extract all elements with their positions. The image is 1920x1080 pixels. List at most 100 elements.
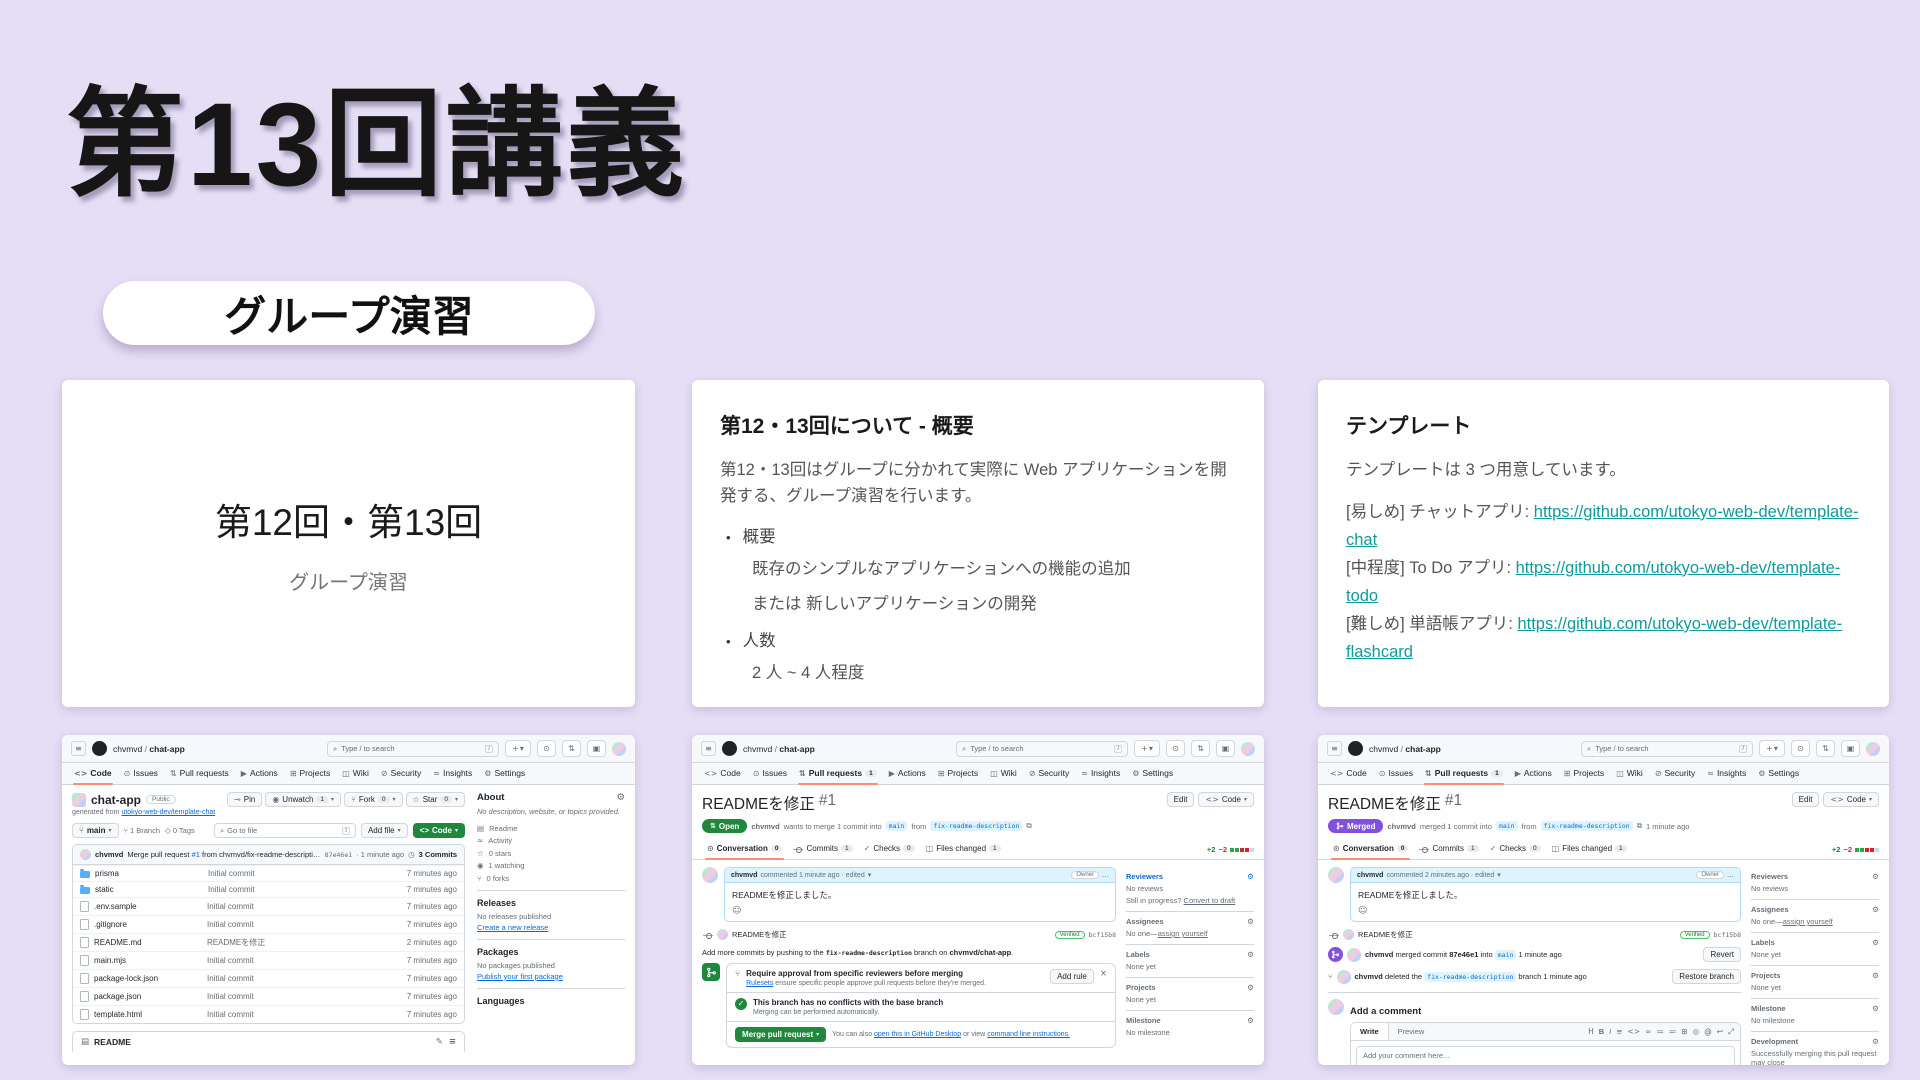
tab-files-changed[interactable]: ◫Files changed1 — [921, 840, 1006, 859]
chevron-down-icon[interactable]: ▾ — [1497, 871, 1501, 879]
fork-button[interactable]: ⑂Fork0▾ — [344, 792, 402, 807]
base-branch-chip[interactable]: main — [1496, 821, 1518, 831]
gear-icon[interactable]: ⚙ — [1247, 917, 1254, 926]
comment-textarea[interactable]: Add your comment here... — [1356, 1046, 1735, 1065]
tab-code[interactable]: <>Code — [1325, 763, 1372, 784]
gear-icon[interactable]: ⚙ — [1872, 905, 1879, 914]
avatar[interactable] — [1328, 867, 1344, 883]
issues-global-icon[interactable]: ⊙ — [1791, 740, 1810, 757]
create-release-link[interactable]: Create a new release — [477, 923, 625, 932]
template-repo-link[interactable]: utokyo-web-dev/template-chat — [121, 809, 215, 816]
tab-actions[interactable]: ▶Actions — [236, 763, 283, 784]
edit-button[interactable]: Edit — [1792, 792, 1820, 807]
file-row[interactable]: package-lock.jsonInitial commit7 minutes… — [73, 969, 464, 987]
issues-global-icon[interactable]: ⊙ — [537, 740, 556, 757]
cli-instructions-link[interactable]: command line instructions. — [987, 1031, 1070, 1038]
commit-author[interactable]: chvmvd — [95, 850, 123, 859]
bold-icon[interactable]: B — [1599, 1027, 1604, 1036]
branch-selector[interactable]: ⑂main▾ — [72, 823, 119, 838]
tab-commits[interactable]: Commits1 — [1414, 840, 1483, 859]
comment-author[interactable]: chvmvd — [1357, 872, 1383, 879]
stars-link[interactable]: ☆0 stars — [477, 849, 625, 858]
commit-count[interactable]: 3 Commits — [419, 850, 457, 859]
tab-security[interactable]: ⊘Security — [1024, 763, 1074, 784]
kebab-icon[interactable]: … — [1727, 871, 1734, 879]
edit-button[interactable]: Edit — [1167, 792, 1195, 807]
readme-heading[interactable]: README — [94, 1037, 131, 1047]
repo-name[interactable]: chat-app — [91, 793, 141, 807]
avatar[interactable] — [1866, 742, 1880, 756]
gear-icon[interactable]: ⚙ — [1247, 872, 1254, 881]
file-row[interactable]: staticInitial commit7 minutes ago — [73, 881, 464, 897]
convert-to-draft-link[interactable]: Convert to draft — [1184, 896, 1236, 905]
watching-link[interactable]: ◉1 watching — [477, 861, 625, 870]
tab-insights[interactable]: ≈Insights — [1076, 763, 1125, 784]
attach-icon[interactable]: ◎ — [1693, 1027, 1700, 1036]
unordered-list-icon[interactable]: ≔ — [1656, 1027, 1664, 1036]
assign-yourself-link[interactable]: assign yourself — [1783, 917, 1833, 926]
tab-security[interactable]: ⊘Security — [376, 763, 426, 784]
pr-author[interactable]: chvmvd — [1387, 822, 1415, 831]
github-desktop-link[interactable]: open this in GitHub Desktop — [874, 1031, 961, 1038]
copy-icon[interactable]: ⧉ — [1026, 821, 1031, 831]
file-row[interactable]: main.mjsInitial commit7 minutes ago — [73, 951, 464, 969]
gear-icon[interactable]: ⚙ — [1872, 938, 1879, 947]
gear-icon[interactable]: ⚙ — [1247, 950, 1254, 959]
commit-message[interactable]: Merge pull request #1 from chvmvd/fix-re… — [127, 850, 320, 859]
go-to-file-input[interactable]: ⌕Go to filet — [214, 823, 356, 838]
code-button[interactable]: <>Code▾ — [1198, 792, 1254, 807]
tab-pull-requests[interactable]: ⇅Pull requests — [165, 763, 234, 784]
activity-link[interactable]: ≈Activity — [477, 836, 625, 845]
tab-write[interactable]: Write — [1351, 1023, 1389, 1040]
breadcrumb[interactable]: chvmvd / chat-app — [1369, 744, 1441, 754]
gear-icon[interactable]: ⚙ — [1872, 1004, 1879, 1013]
tab-settings[interactable]: ⚙Settings — [1753, 763, 1804, 784]
revert-button[interactable]: Revert — [1703, 947, 1741, 962]
search-input[interactable]: ⌕ Type / to search / — [327, 741, 499, 757]
close-icon[interactable]: × — [1100, 969, 1107, 979]
tab-checks[interactable]: ✓Checks0 — [859, 840, 920, 859]
heading-icon[interactable]: H — [1588, 1027, 1594, 1036]
file-row[interactable]: template.htmlInitial commit7 minutes ago — [73, 1005, 464, 1023]
gear-icon[interactable]: ⚙ — [1872, 971, 1879, 980]
create-new-button[interactable]: +▾ — [1759, 740, 1785, 757]
pull-requests-global-icon[interactable]: ⇅ — [1816, 740, 1835, 757]
tab-insights[interactable]: ≈Insights — [1702, 763, 1751, 784]
tab-files-changed[interactable]: ◫Files changed1 — [1547, 840, 1632, 859]
avatar[interactable] — [702, 867, 718, 883]
github-logo-icon[interactable] — [1348, 741, 1363, 756]
comment-author[interactable]: chvmvd — [731, 872, 757, 879]
publish-package-link[interactable]: Publish your first package — [477, 972, 625, 981]
task-list-icon[interactable]: ⊞ — [1681, 1027, 1687, 1036]
forks-link[interactable]: ⑂0 forks — [477, 874, 625, 883]
search-input[interactable]: ⌕ Type / to search / — [1581, 741, 1753, 757]
emoji-react-button[interactable]: ☺ — [1358, 906, 1740, 916]
kebab-icon[interactable]: … — [1102, 871, 1109, 879]
tab-preview[interactable]: Preview — [1389, 1023, 1434, 1040]
github-logo-icon[interactable] — [92, 741, 107, 756]
github-logo-icon[interactable] — [722, 741, 737, 756]
code-icon[interactable]: <> — [1628, 1027, 1641, 1036]
pr-author[interactable]: chvmvd — [751, 822, 779, 831]
tab-checks[interactable]: ✓Checks0 — [1485, 840, 1546, 859]
tab-security[interactable]: ⊘Security — [1650, 763, 1700, 784]
code-button[interactable]: <>Code▾ — [1823, 792, 1879, 807]
create-new-button[interactable]: +▾ — [505, 740, 531, 757]
add-rule-button[interactable]: Add rule — [1050, 969, 1094, 984]
outline-icon[interactable]: ≡ — [449, 1037, 456, 1047]
tab-issues[interactable]: ⊙Issues — [119, 763, 163, 784]
base-branch-chip[interactable]: main — [886, 821, 908, 831]
tab-wiki[interactable]: ◫Wiki — [337, 763, 374, 784]
inbox-icon[interactable]: ▣ — [1841, 740, 1860, 757]
file-row[interactable]: package.jsonInitial commit7 minutes ago — [73, 987, 464, 1005]
copy-icon[interactable]: ⧉ — [1637, 821, 1642, 831]
file-row[interactable]: .env.sampleInitial commit7 minutes ago — [73, 897, 464, 915]
gear-icon[interactable]: ⚙ — [1872, 872, 1879, 881]
inbox-icon[interactable]: ▣ — [1216, 740, 1235, 757]
hamburger-icon[interactable]: ≡ — [1327, 741, 1342, 756]
avatar[interactable] — [1241, 742, 1255, 756]
merge-pull-request-button[interactable]: Merge pull request▾ — [735, 1027, 826, 1042]
quote-icon[interactable]: ≡ — [1616, 1027, 1622, 1036]
tab-wiki[interactable]: ◫Wiki — [1611, 763, 1648, 784]
tab-pull-requests[interactable]: ⇅Pull requests1 — [794, 763, 882, 784]
